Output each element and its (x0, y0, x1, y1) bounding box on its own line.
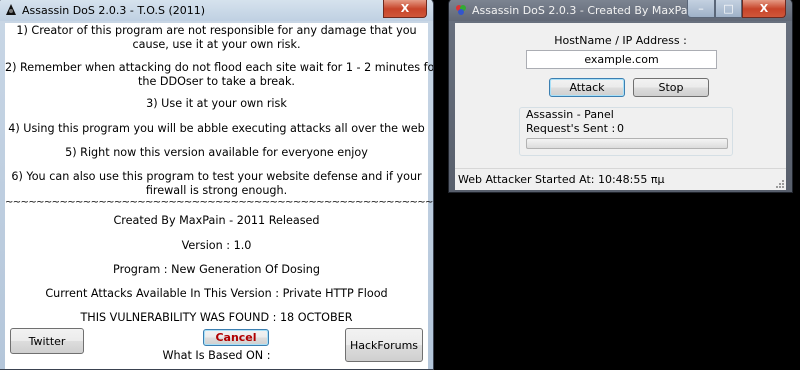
tos-content: 1) Creator of this program are not respo… (5, 23, 434, 369)
status-text: Web Attacker Started At: 10:48:55 πμ (458, 173, 665, 186)
tos-line: 3) Use it at your own risk (146, 97, 287, 110)
tos-line: Current Attacks Available In This Versio… (45, 287, 388, 300)
resize-grip-icon[interactable] (774, 178, 784, 188)
tos-line: Created By MaxPain - 2011 Released (113, 214, 320, 227)
dos-content: HostName / IP Address : example.com Atta… (455, 23, 786, 168)
close-icon: X (759, 1, 769, 15)
stop-button[interactable]: Stop (633, 78, 709, 97)
maximize-icon: □ (723, 1, 734, 15)
tos-line: 1) Creator of this program are not respo… (16, 24, 417, 37)
tos-window-title: Assassin DoS 2.0.3 - T.O.S (2011) (22, 3, 206, 17)
app-icon (456, 5, 466, 15)
tos-line: 5) Right now this version available for … (65, 146, 368, 159)
tos-titlebar[interactable]: Assassin DoS 2.0.3 - T.O.S (2011) X (0, 0, 433, 21)
divider-line: ~~~~~~~~~~~~~~~~~~~~~~~~~~~~~~~~~~~~~~~~… (5, 197, 434, 208)
app-icon (6, 4, 16, 15)
tos-line: THIS VULNERABILITY WAS FOUND : 18 OCTOBE… (80, 311, 353, 324)
minimize-icon: – (698, 1, 704, 15)
close-button[interactable]: X (742, 0, 786, 18)
tos-line: cause, use it at your own risk. (132, 38, 301, 51)
twitter-button[interactable]: Twitter (10, 328, 84, 354)
close-button[interactable]: X (383, 0, 427, 18)
tos-line: Program : New Generation Of Dosing (113, 263, 320, 276)
hackforums-button[interactable]: HackForums (345, 328, 423, 362)
status-bar: Web Attacker Started At: 10:48:55 πμ (455, 168, 786, 190)
maximize-button[interactable]: □ (715, 0, 742, 18)
host-input[interactable]: example.com (526, 50, 717, 69)
attack-button[interactable]: Attack (549, 78, 625, 97)
host-label: HostName / IP Address : (554, 34, 687, 47)
dos-window: Assassin DoS 2.0.3 - Created By MaxPainC… (448, 0, 793, 193)
progress-bar (526, 138, 728, 149)
tos-line: 4) Using this program you will be abble … (8, 122, 425, 135)
panel-box: Assassin - Panel Request's Sent : 0 (519, 107, 733, 156)
minimize-button[interactable]: – (687, 0, 715, 18)
requests-value: 0 (617, 122, 624, 135)
tos-line: 6) You can also use this program to test… (11, 170, 422, 183)
tos-window: Assassin DoS 2.0.3 - T.O.S (2011) X 1) C… (0, 0, 434, 370)
tos-line: Version : 1.0 (181, 239, 252, 252)
tos-line: 2) Remember when attacking do not flood … (5, 61, 434, 74)
requests-label: Request's Sent : (526, 122, 616, 135)
dos-titlebar[interactable]: Assassin DoS 2.0.3 - Created By MaxPainC… (449, 0, 792, 21)
cancel-button[interactable]: Cancel (203, 329, 269, 346)
close-icon: X (400, 1, 410, 15)
tos-line: the DDOser to take a break. (137, 75, 295, 88)
panel-title: Assassin - Panel (526, 108, 614, 121)
